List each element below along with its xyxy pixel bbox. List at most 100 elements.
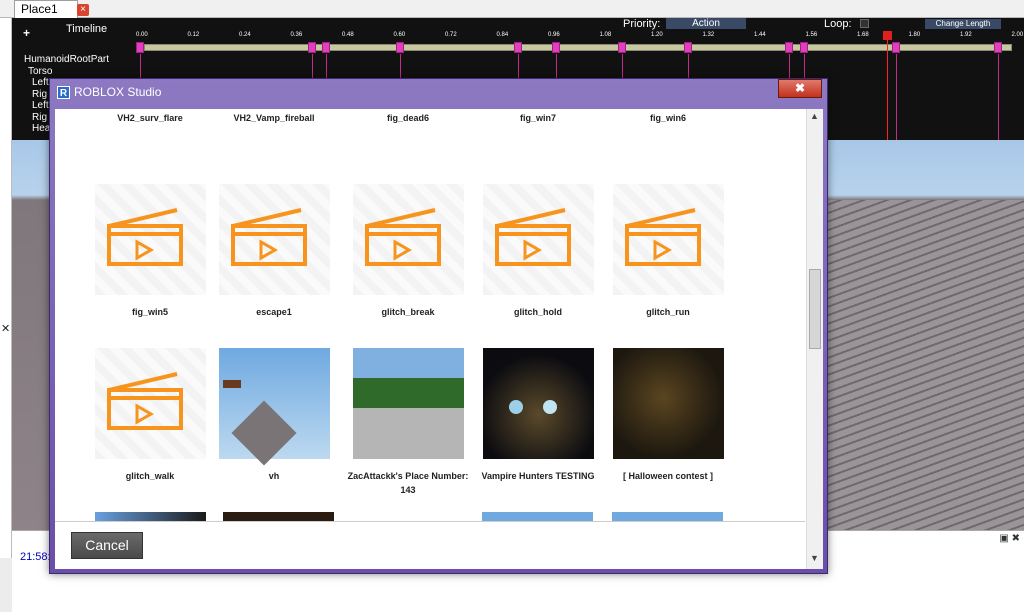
keyframe-marker[interactable] [552, 42, 560, 53]
output-timestamp: 21:58: [20, 551, 51, 563]
vertical-scrollbar[interactable]: ▲ ▼ [806, 109, 823, 569]
asset-item[interactable]: glitch_break [343, 184, 473, 319]
keyframe-line [998, 54, 999, 140]
tab-label: Place1 [21, 2, 58, 16]
asset-label: glitch_run [646, 307, 690, 317]
asset-label: ZacAttackk's Place Number: 143 [347, 471, 469, 495]
keyframe-marker[interactable] [136, 42, 144, 53]
timeline-tick-label: 1.92 [960, 32, 972, 38]
asset-label[interactable]: fig_dead6 [343, 113, 473, 123]
keyframe-track[interactable] [144, 44, 1012, 51]
asset-item[interactable]: glitch_hold [473, 184, 603, 319]
playhead-marker[interactable] [883, 31, 892, 40]
asset-item[interactable]: [ Halloween contest ] [603, 348, 733, 483]
animation-clapper-icon [94, 348, 206, 459]
asset-label: glitch_break [381, 307, 435, 317]
asset-item[interactable]: escape1 [209, 184, 339, 319]
animation-clapper-icon [352, 184, 464, 295]
asset-label: [ Halloween contest ] [622, 471, 713, 481]
asset-item[interactable]: vh [209, 348, 339, 483]
playhead-line [887, 40, 888, 140]
document-tab-bar: Place1 × [0, 0, 1024, 18]
change-length-button[interactable]: Change Length [925, 19, 1001, 29]
timeline-tick-label: 0.12 [187, 32, 200, 38]
tab-place1[interactable]: Place1 × [14, 0, 89, 18]
timeline-tick-label: 0.60 [393, 32, 406, 38]
timeline-tick-label: 0.84 [496, 32, 509, 38]
keyframe-marker[interactable] [785, 42, 793, 53]
cancel-button[interactable]: Cancel [71, 532, 143, 559]
asset-label: Vampire Hunters TESTING [481, 471, 595, 481]
place-thumbnail [482, 348, 594, 459]
place-thumbnail[interactable] [612, 512, 723, 521]
timeline-row-label[interactable]: Rig [32, 89, 47, 100]
keyframe-marker[interactable] [514, 42, 522, 53]
baseplate-studs [820, 200, 1024, 530]
asset-item[interactable]: ZacAttackk's Place Number: 143 [343, 348, 473, 497]
dialog-close-button[interactable]: ✖ [778, 79, 822, 98]
timeline-tick-label: 1.20 [651, 32, 663, 38]
scroll-down-icon[interactable]: ▼ [810, 553, 819, 563]
dialog-title: ROBLOX Studio [74, 85, 162, 99]
timeline-tick-label: 1.56 [805, 32, 818, 38]
timeline-row-label[interactable]: Rig [32, 112, 47, 123]
asset-item[interactable]: glitch_walk [85, 348, 215, 483]
timeline-tick-label: 1.68 [857, 32, 869, 38]
dialog-content: VH2_surv_flare VH2_Vamp_fireball fig_dea… [55, 109, 823, 569]
animation-clapper-icon [218, 184, 330, 295]
keyframe-marker[interactable] [892, 42, 900, 53]
timeline-row-label[interactable]: Torso [28, 66, 52, 77]
place-thumbnail[interactable] [482, 512, 593, 521]
asset-label: fig_win5 [131, 307, 168, 317]
timeline-tick-label: 0.72 [445, 32, 457, 38]
asset-label: vh [268, 471, 280, 481]
animation-clapper-icon [482, 184, 594, 295]
asset-label[interactable]: fig_win6 [603, 113, 733, 123]
asset-label[interactable]: VH2_surv_flare [85, 113, 215, 123]
timeline-tick-label: 0.36 [290, 32, 303, 38]
keyframe-marker[interactable] [684, 42, 692, 53]
scrollbar-thumb[interactable] [809, 269, 821, 349]
timeline-row-label[interactable]: Left [32, 77, 49, 88]
timeline-tick-label: 0.96 [548, 32, 560, 38]
priority-dropdown[interactable]: Action [666, 18, 746, 29]
timeline-tick-label: 1.80 [908, 32, 921, 38]
output-window-controls[interactable]: ▣ ✖ [999, 533, 1020, 544]
asset-item[interactable]: Vampire Hunters TESTING [473, 348, 603, 483]
timeline-row-label[interactable]: Hea [32, 123, 50, 134]
priority-label: Priority: [623, 18, 661, 30]
keyframe-marker[interactable] [396, 42, 404, 53]
keyframe-marker[interactable] [618, 42, 626, 53]
timeline-tick-label: 0.24 [239, 32, 251, 38]
place-thumbnail[interactable] [223, 512, 334, 521]
keyframe-marker[interactable] [322, 42, 330, 53]
asset-item[interactable]: fig_win5 [85, 184, 215, 319]
animation-clapper-icon [94, 184, 206, 295]
timeline-tick-label: 0.48 [342, 32, 354, 38]
loop-checkbox[interactable] [860, 19, 869, 28]
timeline-row-label[interactable]: HumanoidRootPart [24, 54, 109, 65]
timeline-row-label[interactable]: Left [32, 100, 49, 111]
dialog-footer: Cancel [55, 521, 805, 569]
animation-clapper-icon [612, 184, 724, 295]
keyframe-line [896, 54, 897, 140]
keyframe-marker[interactable] [800, 42, 808, 53]
scroll-up-icon[interactable]: ▲ [810, 111, 819, 121]
asset-label[interactable]: VH2_Vamp_fireball [209, 113, 339, 123]
place-thumbnail [352, 348, 464, 459]
tab-close-icon[interactable]: × [77, 4, 89, 16]
keyframe-marker[interactable] [308, 42, 316, 53]
place-thumbnail [612, 348, 724, 459]
place-thumbnail[interactable] [95, 512, 206, 521]
asset-label[interactable]: fig_win7 [473, 113, 603, 123]
asset-item[interactable]: glitch_run [603, 184, 733, 319]
timeline-tick-label: 1.44 [754, 32, 766, 38]
add-track-icon[interactable]: + [23, 26, 30, 40]
roblox-logo-icon: R [57, 86, 70, 99]
asset-label: escape1 [256, 307, 292, 317]
timeline-tick-label: 1.32 [702, 32, 715, 38]
timeline-tick-label: 0.00 [136, 32, 148, 38]
place-thumbnail [218, 348, 330, 466]
panel-close-icon[interactable]: ✕ [1, 322, 10, 335]
keyframe-marker[interactable] [994, 42, 1002, 53]
